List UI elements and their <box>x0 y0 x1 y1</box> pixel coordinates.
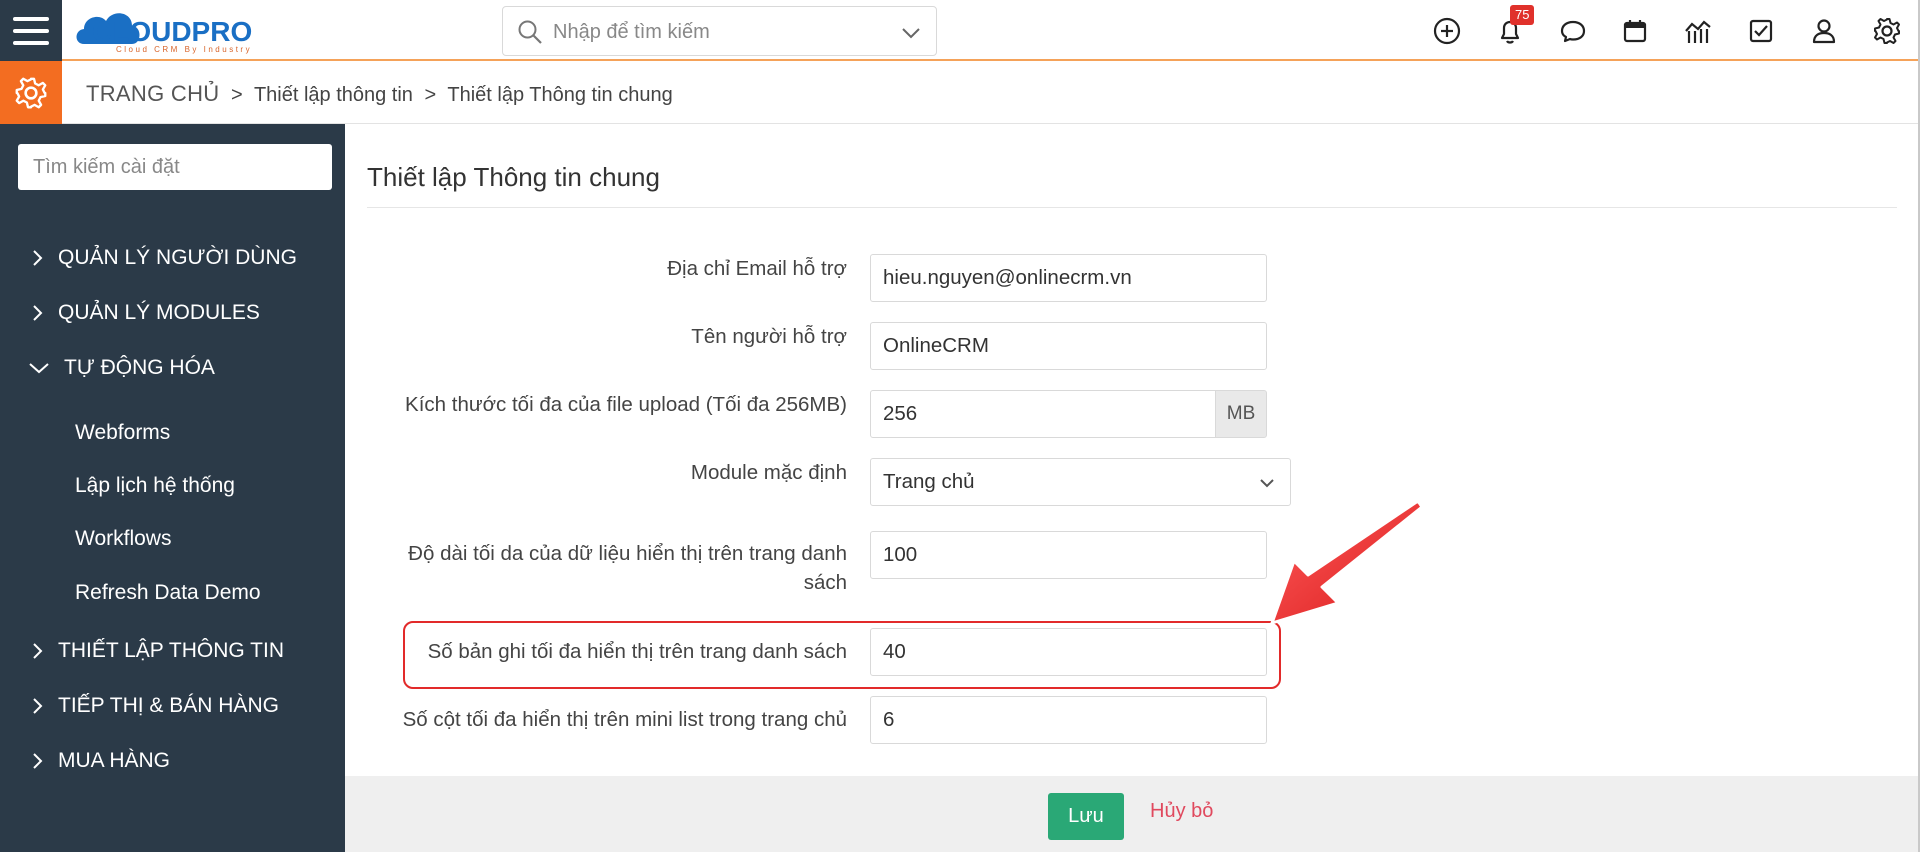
sidebar-item-label: QUẢN LÝ NGƯỜI DÙNG <box>58 246 297 269</box>
chevron-right-icon <box>33 698 43 714</box>
add-circle-icon[interactable] <box>1431 15 1463 47</box>
search-icon <box>518 20 542 44</box>
settings-gear-icon[interactable] <box>0 61 62 124</box>
breadcrumb-level1[interactable]: Thiết lập thông tin <box>254 84 413 106</box>
label-line-1: Độ dài tối da của dữ liệu hiển thị trên … <box>408 542 847 565</box>
settings-sidebar: QUẢN LÝ NGƯỜI DÙNG QUẢN LÝ MODULES TỰ ĐỘ… <box>0 124 345 852</box>
form-row-support-name: Tên người hỗ trợ <box>345 322 847 351</box>
task-checkbox-icon[interactable] <box>1745 15 1777 47</box>
breadcrumb-separator: > <box>424 84 437 106</box>
sidebar-item-info-settings[interactable]: THIẾT LẬP THÔNG TIN <box>28 639 284 663</box>
sidebar-item-label: MUA HÀNG <box>58 749 171 772</box>
logo-text: CLOUDPRO <box>92 16 252 47</box>
max-upload-group: 256 MB <box>870 390 1267 438</box>
form-row-max-upload: Kích thước tối đa của file upload (Tối đ… <box>345 390 847 419</box>
settings-search-input[interactable] <box>18 144 332 190</box>
mini-list-columns-label: Số cột tối đa hiển thị trên mini list tr… <box>402 708 847 731</box>
form-row-default-module: Module mặc định <box>345 458 847 487</box>
breadcrumb: TRANG CHỦ > Thiết lập thông tin > Thiết … <box>86 81 673 107</box>
default-module-label: Module mặc định <box>690 461 847 484</box>
sidebar-item-label: TỰ ĐỘNG HÓA <box>64 356 215 379</box>
user-icon[interactable] <box>1808 15 1840 47</box>
sidebar-item-label: THIẾT LẬP THÔNG TIN <box>58 639 284 662</box>
sidebar-subitem-scheduler[interactable]: Lập lịch hệ thống <box>75 474 235 498</box>
menu-icon[interactable] <box>0 0 62 61</box>
page-title: Thiết lập Thông tin chung <box>367 162 660 192</box>
calendar-icon[interactable] <box>1619 15 1651 47</box>
breadcrumb-separator: > <box>231 84 243 106</box>
top-bar: CLOUDPRO Cloud CRM By Industry Nhập để t… <box>0 0 1920 61</box>
cancel-link[interactable]: Hủy bỏ <box>1150 800 1213 823</box>
label-line-2: sách <box>803 571 847 594</box>
chevron-right-icon <box>33 250 43 266</box>
chart-icon[interactable] <box>1682 15 1714 47</box>
support-email-label: Địa chỉ Email hỗ trợ <box>667 257 847 280</box>
notification-badge: 75 <box>1510 5 1535 25</box>
support-email-field[interactable]: hieu.nguyen@onlinecrm.vn <box>870 254 1267 302</box>
highlight-box <box>403 621 1281 689</box>
save-button[interactable]: Lưu <box>1048 793 1124 840</box>
chevron-right-icon <box>33 305 43 321</box>
mini-list-columns-field[interactable]: 6 <box>870 696 1267 744</box>
search-placeholder: Nhập để tìm kiếm <box>553 21 710 43</box>
breadcrumb-bar: TRANG CHỦ > Thiết lập thông tin > Thiết … <box>0 61 1918 124</box>
logo-tagline: Cloud CRM By Industry <box>116 45 252 54</box>
default-module-select[interactable]: Trang chủ <box>870 458 1291 506</box>
form-row-max-text-length: Độ dài tối da của dữ liệu hiển thị trên … <box>345 539 847 597</box>
form-row-mini-list-columns: Số cột tối đa hiển thị trên mini list tr… <box>345 705 847 734</box>
sidebar-item-user-management[interactable]: QUẢN LÝ NGƯỜI DÙNG <box>28 246 297 270</box>
breadcrumb-level2: Thiết lập Thông tin chung <box>447 84 673 106</box>
global-search[interactable]: Nhập để tìm kiếm <box>502 6 937 56</box>
max-upload-field[interactable]: 256 <box>870 390 1216 438</box>
support-name-label: Tên người hỗ trợ <box>691 325 847 348</box>
chat-icon[interactable] <box>1557 15 1589 47</box>
sidebar-item-label: QUẢN LÝ MODULES <box>58 301 260 324</box>
chevron-down-icon <box>29 363 49 374</box>
chevron-right-icon <box>33 643 43 659</box>
form-footer: Lưu Hủy bỏ <box>345 776 1918 852</box>
max-text-length-label: Độ dài tối da của dữ liệu hiển thị trên … <box>408 539 847 597</box>
sidebar-item-purchasing[interactable]: MUA HÀNG <box>28 749 170 773</box>
default-module-value: Trang chủ <box>883 470 975 493</box>
sidebar-item-label: TIẾP THỊ & BÁN HÀNG <box>58 694 279 717</box>
chevron-down-icon <box>1260 479 1274 488</box>
settings-icon[interactable] <box>1871 15 1903 47</box>
sidebar-subitem-refresh-data-demo[interactable]: Refresh Data Demo <box>75 581 261 605</box>
sidebar-item-automation[interactable]: TỰ ĐỘNG HÓA <box>28 356 215 380</box>
cloudpro-logo[interactable]: CLOUDPRO Cloud CRM By Industry <box>72 4 297 56</box>
unit-addon: MB <box>1215 390 1267 438</box>
max-upload-label: Kích thước tối đa của file upload (Tối đ… <box>405 393 847 416</box>
chevron-right-icon <box>33 753 43 769</box>
sidebar-item-module-management[interactable]: QUẢN LÝ MODULES <box>28 301 260 325</box>
form-row-support-email: Địa chỉ Email hỗ trợ <box>345 254 847 283</box>
max-text-length-field[interactable]: 100 <box>870 531 1267 579</box>
sidebar-subitem-workflows[interactable]: Workflows <box>75 527 171 551</box>
breadcrumb-home[interactable]: TRANG CHỦ <box>86 81 219 106</box>
annotation-arrow-icon <box>1270 499 1424 625</box>
sidebar-item-marketing-sales[interactable]: TIẾP THỊ & BÁN HÀNG <box>28 694 279 718</box>
support-name-field[interactable]: OnlineCRM <box>870 322 1267 370</box>
sidebar-subitem-webforms[interactable]: Webforms <box>75 421 170 445</box>
title-divider <box>367 207 1897 208</box>
chevron-down-icon[interactable] <box>900 22 922 44</box>
